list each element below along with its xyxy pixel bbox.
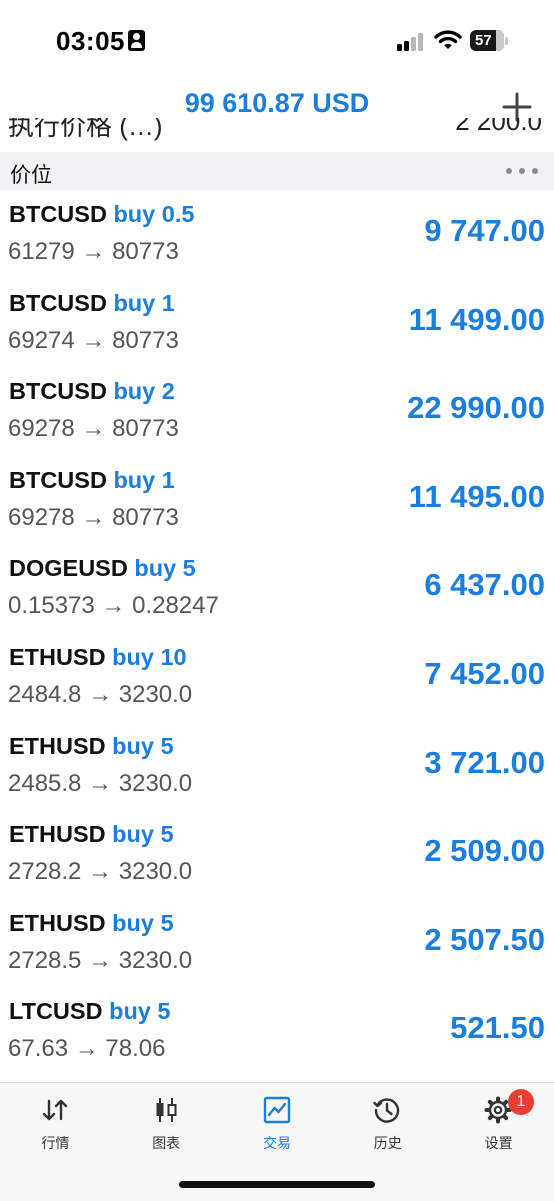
wifi-icon (434, 30, 462, 49)
scrolled-summary-row: 执行价格 (…) 2 200.0 (0, 118, 554, 152)
position-side: buy 1 (113, 466, 175, 493)
tab-label: 行情 (41, 1135, 70, 1151)
position-side: buy 1 (113, 289, 175, 316)
position-prices: 2484.8 → 3230.0 (8, 680, 193, 708)
tab-trade[interactable]: 交易 (222, 1083, 333, 1161)
history-clock-icon (373, 1098, 400, 1123)
position-symbol: BTCUSD (9, 201, 107, 227)
position-profit: 2 507.50 (424, 921, 545, 957)
summary-value: 2 200.0 (455, 118, 542, 136)
position-symbol: ETHUSD (9, 643, 106, 670)
position-prices: 69278 → 80773 (8, 503, 179, 531)
cellular-signal-icon (397, 31, 427, 51)
settings-notification-badge: 1 (508, 1089, 534, 1115)
more-dots-icon[interactable] (505, 164, 539, 178)
position-profit: 9 747.00 (424, 213, 545, 248)
position-side: buy 5 (134, 555, 196, 582)
battery-tip (505, 37, 508, 45)
position-prices: 2728.5 → 3230.0 (8, 946, 193, 974)
positions-list: BTCUSD buy 0.5 61279 → 80773 9 747.00 BT… (0, 190, 554, 1076)
position-row[interactable]: DOGEUSD buy 5 0.15373 → 0.28247 6 437.00 (0, 544, 554, 633)
position-profit: 3 721.00 (424, 744, 545, 780)
position-row[interactable]: BTCUSD buy 0.5 61279 → 80773 9 747.00 (0, 190, 554, 279)
battery-level: 57 (475, 32, 492, 49)
tab-quotes[interactable]: 行情 (0, 1083, 111, 1161)
summary-label: 执行价格 (…) (8, 118, 163, 141)
position-side: buy 5 (109, 998, 171, 1025)
position-prices: 69274 → 80773 (8, 326, 179, 354)
position-symbol: ETHUSD (9, 821, 106, 848)
position-prices: 69278 → 80773 (8, 415, 179, 443)
position-profit: 11 495.00 (408, 478, 545, 514)
position-side: buy 5 (112, 821, 174, 848)
position-row[interactable]: ETHUSD buy 5 2728.5 → 3230.0 2 507.50 (0, 899, 554, 988)
position-row[interactable]: ETHUSD buy 10 2484.8 → 3230.0 7 452.00 (0, 633, 554, 722)
candlestick-chart-icon (156, 1098, 177, 1122)
quotes-arrows-icon (42, 1099, 68, 1121)
person-badge-icon (128, 30, 145, 51)
tab-label: 设置 (484, 1135, 513, 1151)
position-row[interactable]: ETHUSD buy 5 2485.8 → 3230.0 3 721.00 (0, 722, 554, 811)
status-bar: 03:05 57 (0, 0, 554, 80)
position-side: buy 5 (112, 732, 174, 759)
section-title: 价位 (10, 164, 52, 187)
tab-charts[interactable]: 图表 (111, 1083, 222, 1161)
position-row[interactable]: ETHUSD buy 5 2728.2 → 3230.0 2 509.00 (0, 810, 554, 899)
position-prices: 2485.8 → 3230.0 (8, 769, 193, 797)
positions-section-header: 价位 (0, 152, 554, 190)
tab-history[interactable]: 历史 (332, 1083, 443, 1161)
position-profit: 22 990.00 (407, 390, 545, 426)
position-symbol: DOGEUSD (9, 555, 128, 582)
position-row[interactable]: BTCUSD buy 2 69278 → 80773 22 990.00 (0, 367, 554, 456)
status-time: 03:05 (56, 26, 125, 56)
position-symbol: BTCUSD (9, 466, 107, 493)
position-profit: 521.50 (450, 1010, 545, 1046)
position-symbol: BTCUSD (9, 289, 107, 316)
position-prices: 61279 → 80773 (8, 238, 179, 265)
position-symbol: LTCUSD (9, 998, 103, 1025)
tab-label: 图表 (152, 1135, 181, 1151)
tab-label: 交易 (262, 1135, 291, 1151)
tab-settings[interactable]: 设置 (443, 1083, 554, 1161)
position-side: buy 0.5 (113, 201, 195, 227)
battery-icon: 57 (470, 30, 504, 51)
position-symbol: ETHUSD (9, 909, 106, 936)
position-profit: 2 509.00 (424, 833, 545, 869)
position-prices: 67.63 → 78.06 (8, 1035, 166, 1063)
position-prices: 0.15373 → 0.28247 (8, 592, 219, 620)
position-profit: 6 437.00 (424, 567, 545, 603)
position-row[interactable]: LTCUSD buy 5 67.63 → 78.06 521.50 (0, 987, 554, 1076)
account-balance-title: 99 610.87 USD (184, 88, 370, 118)
position-side: buy 10 (112, 643, 187, 670)
position-symbol: BTCUSD (9, 378, 107, 405)
trade-chart-icon (263, 1096, 290, 1124)
position-prices: 2728.2 → 3230.0 (8, 858, 193, 886)
position-symbol: ETHUSD (9, 732, 106, 759)
position-side: buy 5 (112, 909, 174, 936)
tab-label: 历史 (373, 1135, 402, 1151)
position-side: buy 2 (113, 378, 175, 405)
home-indicator[interactable] (179, 1181, 375, 1188)
position-profit: 11 499.00 (408, 301, 545, 337)
position-row[interactable]: BTCUSD buy 1 69274 → 80773 11 499.00 (0, 279, 554, 368)
position-profit: 7 452.00 (424, 655, 545, 691)
position-row[interactable]: BTCUSD buy 1 69278 → 80773 11 495.00 (0, 456, 554, 545)
